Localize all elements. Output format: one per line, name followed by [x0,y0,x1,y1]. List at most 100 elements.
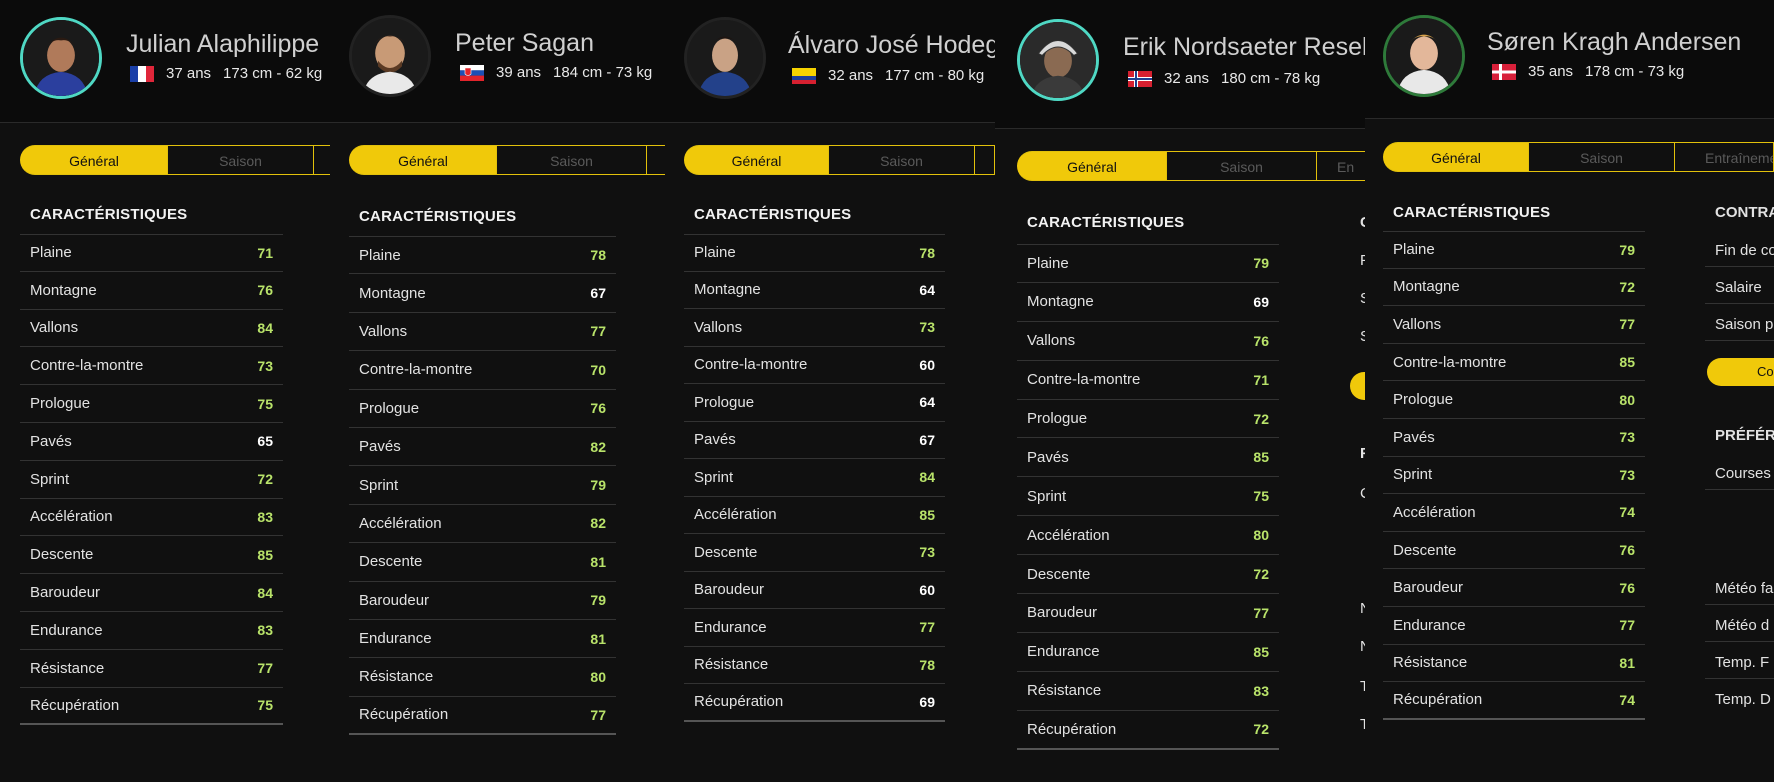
rider-avatar [1017,19,1099,101]
stat-label: Pavés [694,431,736,449]
stat-label: Vallons [694,318,743,336]
tab-general[interactable]: Général [20,145,168,175]
stat-label: Endurance [1027,643,1100,661]
stat-value: 79 [1619,241,1635,258]
stat-value: 76 [590,400,606,417]
stat-row: Pavés 73 [1383,419,1645,457]
tab-training[interactable] [314,145,330,175]
stat-row: Descente 72 [1017,555,1279,595]
stat-label: Récupération [1027,720,1117,738]
stat-value: 75 [1253,488,1269,505]
stat-row: Montagne 64 [684,272,945,309]
stat-value: 74 [1619,504,1635,521]
tab-general[interactable]: Général [1017,151,1167,181]
tab-general[interactable]: Général [684,145,829,175]
stat-row: Prologue 72 [1017,400,1279,439]
divider [1705,641,1774,642]
stat-value: 85 [257,546,273,563]
stat-value: 69 [919,693,935,710]
rider-avatar [349,15,431,97]
tab-season[interactable]: Saison [497,145,647,175]
stat-label: Plaine [30,244,72,262]
tab-training[interactable]: En [1317,151,1365,181]
stat-row: Baroudeur 76 [1383,569,1645,607]
stat-label: Sprint [359,476,399,494]
tab-bar: Général Saison [20,145,330,175]
stat-label: Contre-la-montre [1393,353,1507,371]
rider-measures: 178 cm - 73 kg [1585,63,1685,80]
tab-season[interactable]: Saison [168,145,314,175]
stat-label: Pavés [1027,448,1069,466]
stat-row: Accélération 82 [349,505,616,544]
section-title: CARACTÉRISTIQUES [1393,204,1551,221]
stat-row: Récupération 69 [684,684,945,722]
stat-value: 77 [590,323,606,340]
preferences-title: PRÉFÉR [1715,427,1774,444]
tab-season[interactable]: Saison [1529,142,1675,172]
tab-general[interactable]: Général [349,145,497,175]
tab-season[interactable]: Saison [1167,151,1317,181]
stat-value: 80 [1253,527,1269,544]
contract-end-label: Fin de co [1715,242,1774,259]
stat-row: Plaine 78 [349,236,616,275]
stat-label: Endurance [694,618,767,636]
stat-label: Vallons [1393,315,1442,333]
stat-value: 60 [919,581,935,598]
stat-row: Contre-la-montre 85 [1383,344,1645,382]
stat-value: 72 [1619,278,1635,295]
stat-row: Sprint 84 [684,459,945,497]
stat-row: Résistance 81 [1383,645,1645,683]
stat-row: Résistance 78 [684,647,945,684]
tab-training[interactable]: Entraînement [1675,142,1774,172]
stat-value: 85 [1253,643,1269,660]
stat-label: Résistance [1027,682,1102,700]
stat-value: 82 [590,515,606,532]
stat-value: 73 [257,357,273,374]
tab-season[interactable]: Saison [829,145,975,175]
contract-button[interactable]: Co [1707,358,1774,386]
tab-training[interactable] [647,145,665,175]
stat-label: Contre-la-montre [359,361,473,379]
tab-training[interactable] [975,145,995,175]
tab-bar: Général Saison En [1017,151,1365,181]
stat-value: 83 [257,508,273,525]
stat-row: Résistance 83 [1017,672,1279,711]
rider-age: 39 ans [496,64,542,81]
stat-value: 73 [919,319,935,336]
stat-row: Vallons 76 [1017,322,1279,361]
rider-panel-3: Álvaro José Hodeg 32 ans 177 cm - 80 kg … [665,0,995,782]
tab-bar: Général Saison Entraînement [1383,142,1774,172]
stat-row: Endurance 85 [1017,633,1279,672]
france-flag-icon [130,65,154,82]
stat-value: 71 [257,244,273,261]
stat-label: Vallons [359,322,408,340]
divider [1705,604,1774,605]
stat-row: Plaine 79 [1383,231,1645,269]
partial-button[interactable] [1350,372,1365,400]
tab-bar: Général Saison [349,145,665,175]
stat-value: 65 [257,433,273,450]
stat-label: Récupération [1393,691,1483,709]
stat-row: Récupération 77 [349,697,616,736]
stat-row: Descente 85 [20,536,283,575]
denmark-flag-icon [1492,63,1516,80]
stat-row: Sprint 79 [349,466,616,505]
tab-general[interactable]: Général [1383,142,1529,172]
stat-row: Récupération 72 [1017,711,1279,750]
stat-row: Pavés 85 [1017,438,1279,478]
stat-value: 85 [1253,449,1269,466]
divider [1705,303,1774,304]
stat-row: Récupération 75 [20,688,283,726]
rider-panel-5: Søren Kragh Andersen 35 ans 178 cm - 73 … [1365,0,1774,782]
stat-row: Endurance 81 [349,620,616,659]
slovakia-flag-icon [460,64,484,81]
stat-label: Descente [359,553,423,571]
stat-label: Baroudeur [1393,579,1464,597]
stat-label: Prologue [30,395,91,413]
stat-value: 76 [1253,332,1269,349]
stat-label: Endurance [30,621,103,639]
stat-value: 72 [1253,566,1269,583]
stat-label: Contre-la-montre [30,357,144,375]
stat-value: 60 [919,356,935,373]
stat-row: Contre-la-montre 73 [20,347,283,386]
